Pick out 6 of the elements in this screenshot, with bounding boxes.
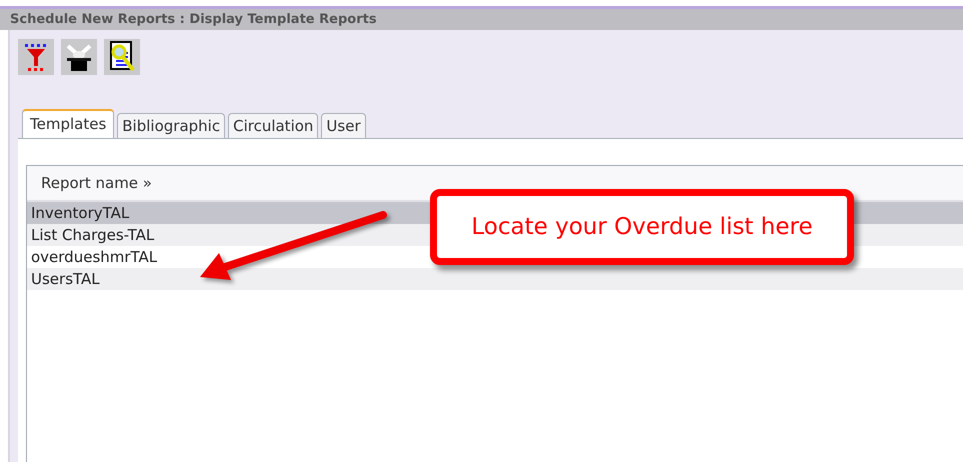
table-cell: UsersTAL <box>31 270 100 288</box>
table-cell: List Charges-TAL <box>31 226 154 244</box>
table-cell: overdueshmrTAL <box>31 248 158 266</box>
callout-tooltip: Locate your Overdue list here <box>430 189 854 265</box>
window-title: Schedule New Reports : Display Template Reports <box>0 9 963 30</box>
table-cell: InventoryTAL <box>31 204 130 222</box>
